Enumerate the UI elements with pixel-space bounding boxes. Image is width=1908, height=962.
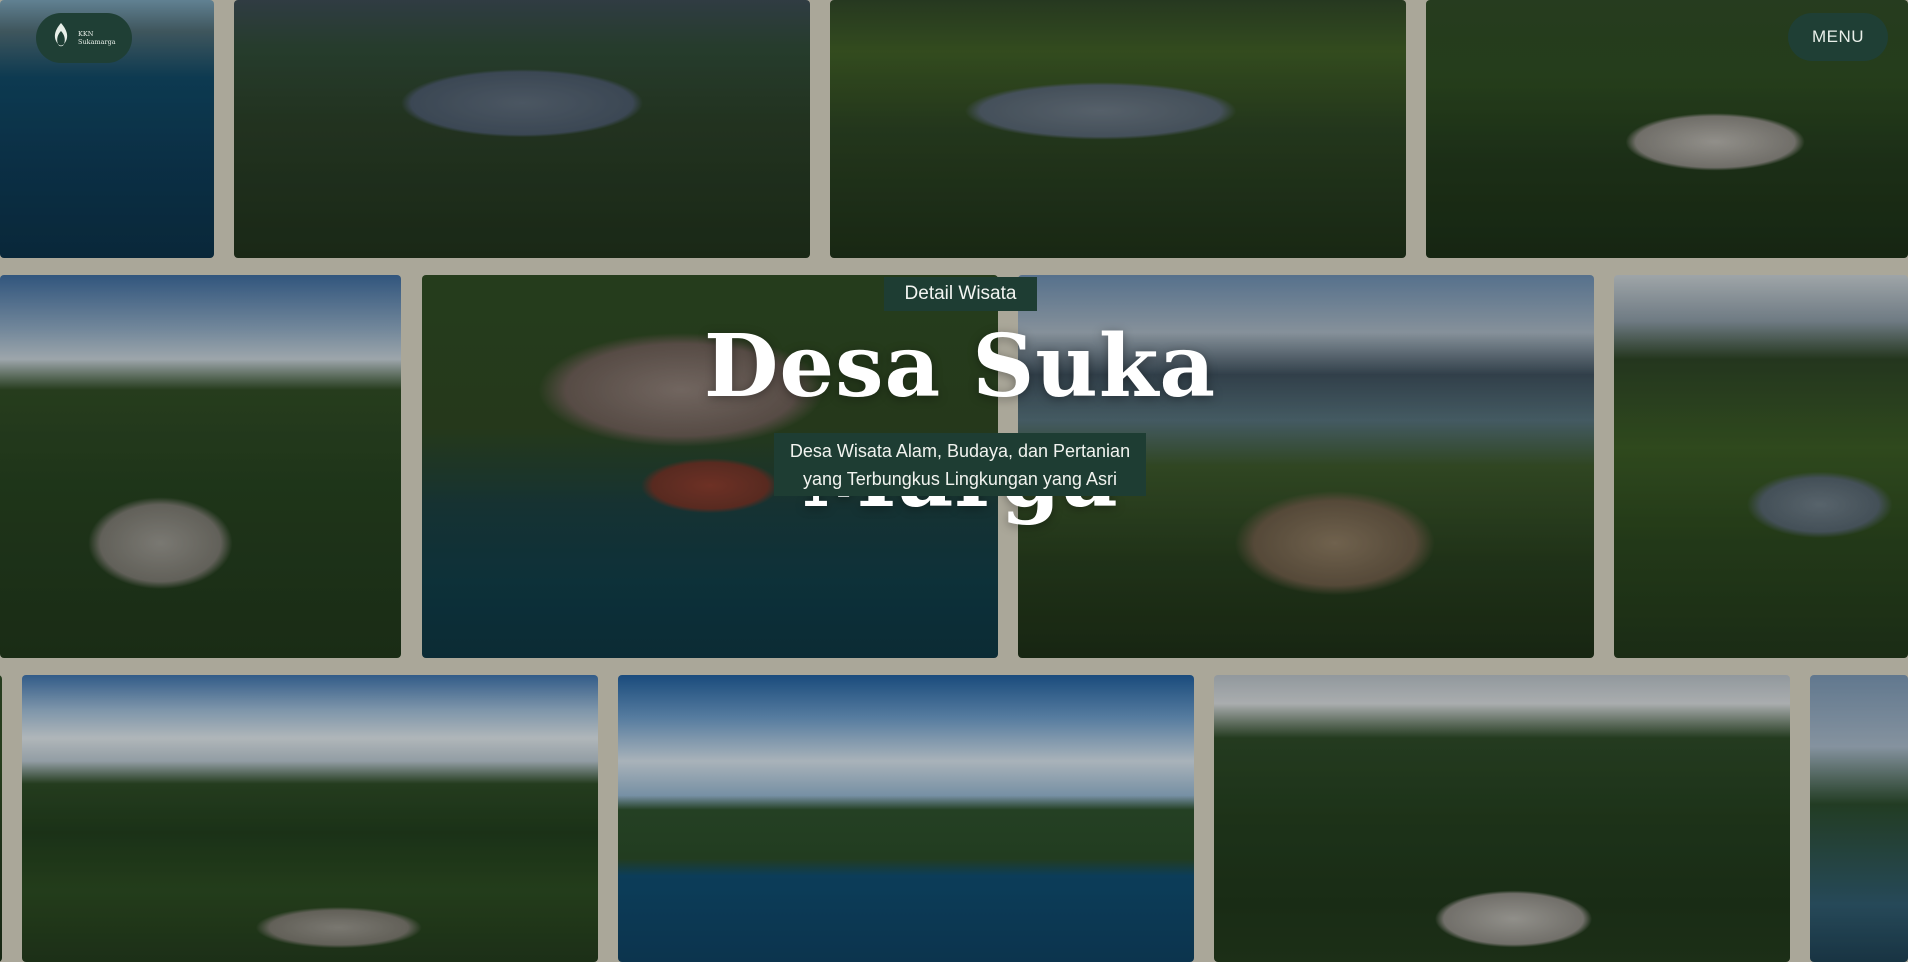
hero-subtitle: Desa Wisata Alam, Budaya, dan Pertanian …: [774, 433, 1146, 496]
logo-text: KKN Sukamarga: [78, 30, 116, 46]
gallery-photo-lake: [234, 0, 810, 258]
site-logo[interactable]: KKN Sukamarga: [36, 13, 132, 63]
gallery-photo-blue-lake: [618, 675, 1194, 962]
gallery-photo-edge-right: [1810, 675, 1908, 962]
gallery-photo-volcano: [1214, 675, 1790, 962]
gallery-photo-edge-left: [0, 675, 2, 962]
logo-line-1: KKN: [78, 30, 94, 38]
leaf-flame-icon: [50, 22, 72, 55]
menu-button[interactable]: MENU: [1788, 13, 1888, 61]
gallery-photo-hills: [22, 675, 598, 962]
gallery-photo-lake-right: [1614, 275, 1908, 658]
logo-line-2: Sukamarga: [78, 38, 116, 46]
page-title: Desa Suka Marga: [703, 316, 1217, 527]
gallery-photo-lake-2: [830, 0, 1406, 258]
gallery-photo-forest: [0, 275, 401, 658]
detail-wisata-button[interactable]: Detail Wisata: [884, 277, 1037, 311]
hero-subtitle-line-1: Desa Wisata Alam, Budaya, dan Pertanian: [789, 440, 1131, 461]
hero-subtitle-line-2: yang Terbungkus Lingkungan yang Asri: [803, 468, 1117, 489]
